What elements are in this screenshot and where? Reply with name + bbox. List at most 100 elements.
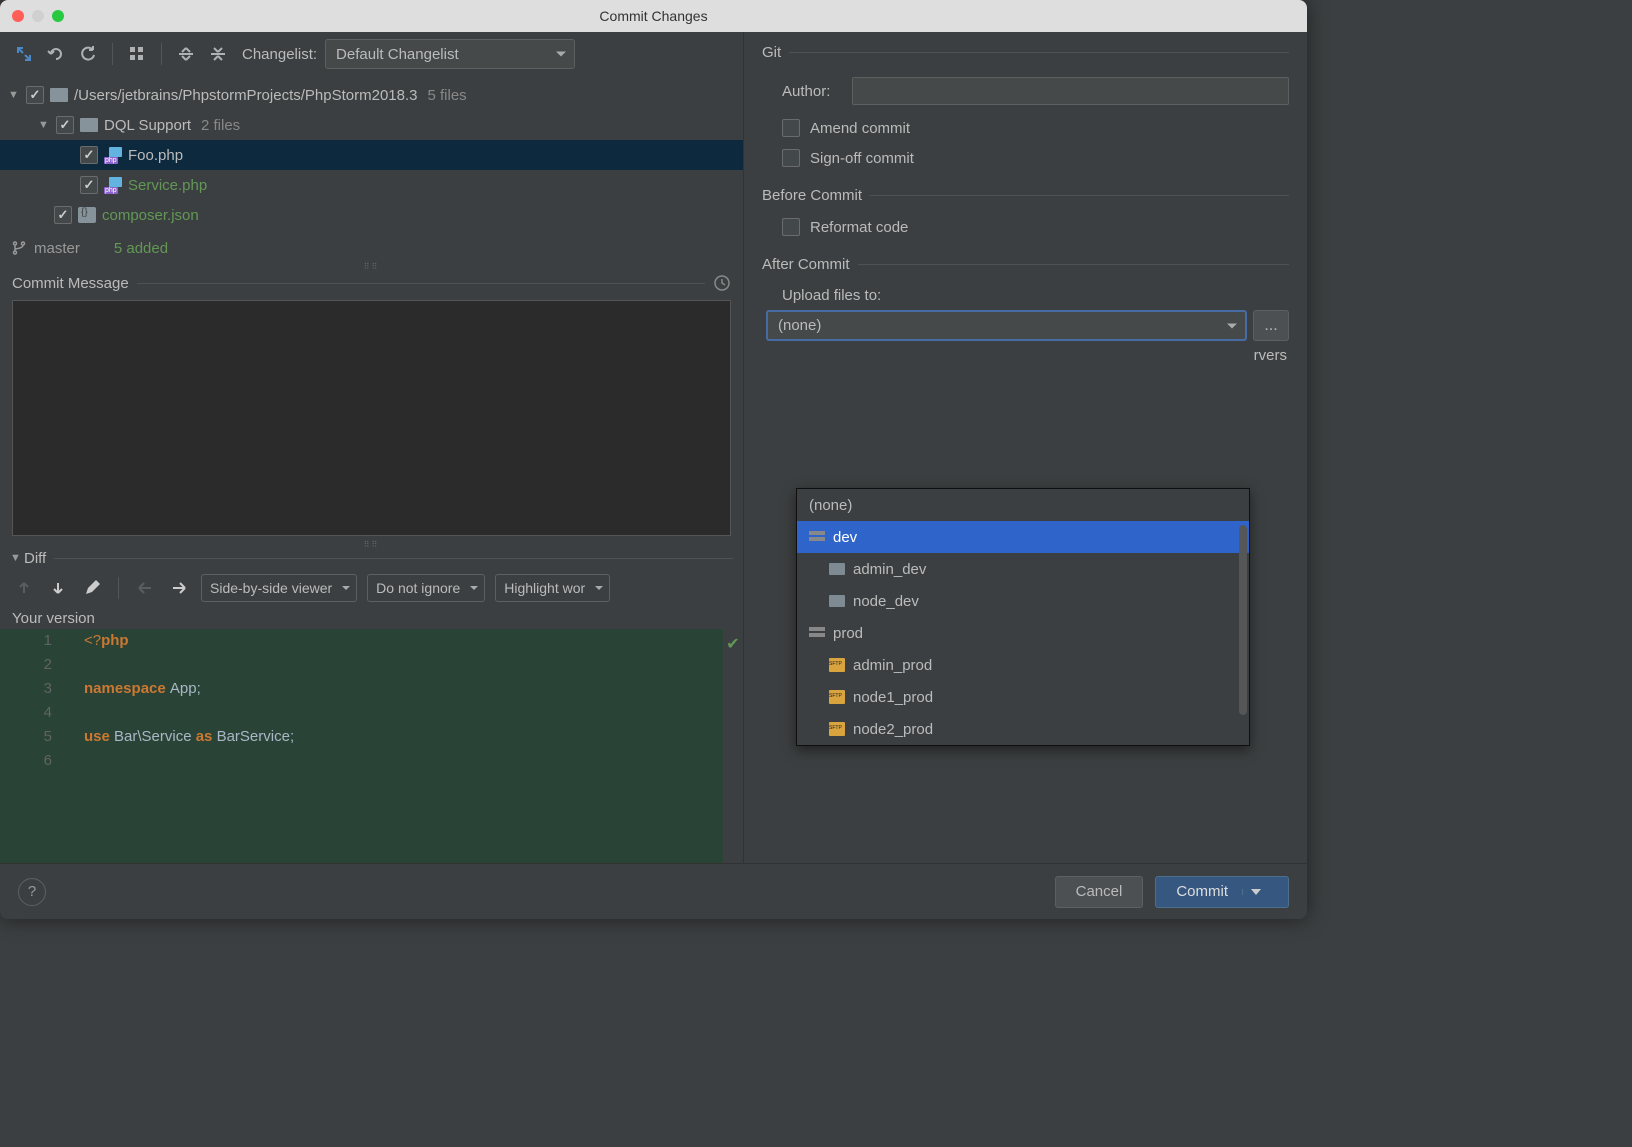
- checkbox[interactable]: [56, 116, 74, 134]
- dropdown-item[interactable]: admin_prod: [797, 649, 1249, 681]
- upload-value: (none): [778, 317, 821, 334]
- file-count: 2 files: [201, 117, 240, 134]
- checkbox[interactable]: [782, 149, 800, 167]
- history-icon[interactable]: [713, 274, 731, 292]
- dropdown-item[interactable]: node_dev: [797, 585, 1249, 617]
- upload-target-dropdown-popup: (none) dev admin_dev node_devprodadmin_prod…: [796, 488, 1250, 746]
- close-window-icon[interactable]: [12, 10, 24, 22]
- author-input[interactable]: [852, 77, 1289, 105]
- commit-options-dropdown[interactable]: [1242, 889, 1268, 895]
- checkbox[interactable]: [80, 146, 98, 164]
- prev-diff-icon: [12, 576, 36, 600]
- checkbox[interactable]: [26, 86, 44, 104]
- ignore-mode-dropdown[interactable]: Do not ignore: [367, 574, 485, 602]
- folder-icon: [80, 118, 98, 132]
- sftp-icon: [829, 690, 845, 704]
- tree-root-row[interactable]: ▼ /Users/jetbrains/PhpstormProjects/PhpS…: [0, 80, 743, 110]
- upload-row: (none) ...: [766, 310, 1289, 341]
- gutter: 1 2 3 4 5 6: [0, 629, 72, 863]
- dropdown-item-label: node_dev: [853, 593, 919, 610]
- dropdown-item[interactable]: prod: [797, 617, 1249, 649]
- commit-changes-dialog: Commit Changes Changelist: Default Chang…: [0, 0, 1307, 919]
- sftp-icon: [829, 722, 845, 736]
- sftp-icon: [829, 658, 845, 672]
- file-name: Foo.php: [128, 147, 183, 164]
- branch-bar: master 5 added: [0, 234, 743, 262]
- branch-icon: [12, 240, 26, 256]
- author-label: Author:: [782, 83, 842, 100]
- checkbox[interactable]: [782, 218, 800, 236]
- dropdown-item[interactable]: admin_dev: [797, 553, 1249, 585]
- minimize-window-icon: [32, 10, 44, 22]
- diff-section-label: Diff: [24, 550, 46, 567]
- commit-message-label: Commit Message: [12, 275, 129, 292]
- dropdown-item[interactable]: node1_prod: [797, 681, 1249, 713]
- upload-target-dropdown[interactable]: (none): [766, 310, 1247, 341]
- file-name: composer.json: [102, 207, 199, 224]
- maximize-window-icon[interactable]: [52, 10, 64, 22]
- dropdown-item-label: (none): [809, 497, 852, 514]
- window-title: Commit Changes: [599, 8, 707, 24]
- splitter[interactable]: ⠿⠿: [0, 540, 743, 548]
- tree-file-row[interactable]: Service.php: [0, 170, 743, 200]
- amend-row: Amend commit: [782, 119, 1289, 137]
- commit-button[interactable]: Commit: [1155, 876, 1289, 908]
- changelist-value: Default Changelist: [336, 46, 459, 63]
- checkbox[interactable]: [80, 176, 98, 194]
- commit-message-textarea[interactable]: [12, 300, 731, 536]
- next-diff-icon[interactable]: [46, 576, 70, 600]
- git-section-label: Git: [762, 44, 781, 61]
- changelist-dropdown[interactable]: Default Changelist: [325, 39, 575, 69]
- diff-toolbar: Side-by-side viewer Do not ignore Highli…: [0, 568, 743, 608]
- collapse-all-icon[interactable]: [206, 42, 230, 66]
- expand-all-icon[interactable]: [174, 42, 198, 66]
- splitter[interactable]: ⠿⠿: [0, 262, 743, 270]
- chevron-down-icon[interactable]: ▼: [38, 119, 52, 131]
- changes-toolbar: Changelist: Default Changelist: [0, 32, 743, 76]
- file-count: 5 files: [427, 87, 466, 104]
- checkbox[interactable]: [782, 119, 800, 137]
- tree-file-row[interactable]: Foo.php: [0, 140, 743, 170]
- scrollbar[interactable]: [1239, 525, 1247, 715]
- dropdown-item[interactable]: node2_prod: [797, 713, 1249, 745]
- added-count: 5 added: [114, 240, 168, 257]
- edit-icon[interactable]: [80, 576, 104, 600]
- changes-tree: ▼ /Users/jetbrains/PhpstormProjects/PhpS…: [0, 76, 743, 234]
- server-icon: [829, 595, 845, 607]
- tree-file-row[interactable]: composer.json: [0, 200, 743, 230]
- code-marker-bar: ✔: [723, 629, 743, 863]
- tree-folder-row[interactable]: ▼ DQL Support 2 files: [0, 110, 743, 140]
- dropdown-item-label: node1_prod: [853, 689, 933, 706]
- checkbox[interactable]: [54, 206, 72, 224]
- diff-code-area[interactable]: 1 2 3 4 5 6 <?php namespace App; use Bar…: [0, 629, 743, 863]
- json-file-icon: [78, 207, 96, 223]
- dropdown-item[interactable]: (none): [797, 489, 1249, 521]
- servers-hint: rvers: [762, 347, 1289, 364]
- highlight-mode-dropdown[interactable]: Highlight wor: [495, 574, 610, 602]
- left-panel: Changelist: Default Changelist ▼ /Users/…: [0, 32, 744, 863]
- dropdown-item-label: admin_dev: [853, 561, 926, 578]
- titlebar[interactable]: Commit Changes: [0, 0, 1307, 32]
- back-icon: [133, 576, 157, 600]
- server-icon: [829, 563, 845, 575]
- check-icon: ✔: [726, 633, 739, 657]
- collapse-diff-icon[interactable]: [12, 42, 36, 66]
- refresh-icon[interactable]: [76, 42, 100, 66]
- chevron-down-icon[interactable]: ▼: [10, 552, 24, 564]
- amend-label: Amend commit: [810, 120, 910, 137]
- reformat-row: Reformat code: [782, 218, 1289, 236]
- folder-name: DQL Support: [104, 117, 191, 134]
- cancel-button[interactable]: Cancel: [1055, 876, 1144, 908]
- chevron-down-icon[interactable]: ▼: [8, 89, 22, 101]
- server-group-icon: [809, 627, 825, 639]
- viewer-mode-dropdown[interactable]: Side-by-side viewer: [201, 574, 357, 602]
- undo-icon[interactable]: [44, 42, 68, 66]
- php-file-icon: [104, 177, 122, 193]
- author-row: Author:: [782, 77, 1289, 105]
- group-by-icon[interactable]: [125, 42, 149, 66]
- folder-icon: [50, 88, 68, 102]
- dropdown-item[interactable]: dev: [797, 521, 1249, 553]
- browse-servers-button[interactable]: ...: [1253, 310, 1289, 341]
- help-button[interactable]: ?: [18, 878, 46, 906]
- forward-icon[interactable]: [167, 576, 191, 600]
